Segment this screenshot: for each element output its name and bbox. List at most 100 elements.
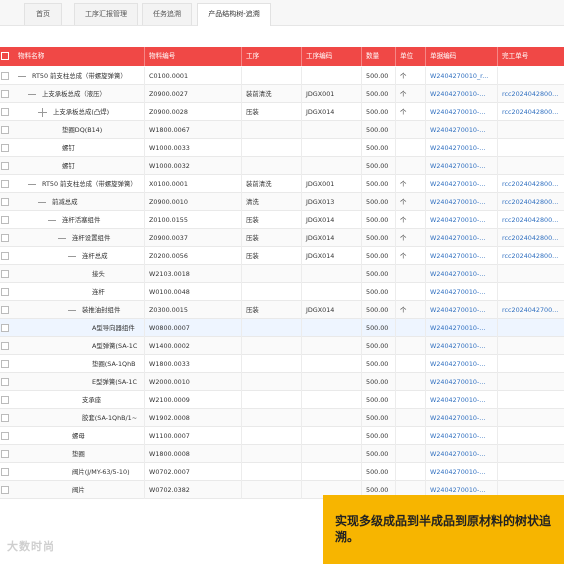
table-row[interactable]: 上支承板总成（液压） Z0900.0027 装前清洗 JDGX001 500.00 个 W2… [0, 85, 564, 103]
cell-finish-no[interactable] [498, 121, 564, 139]
row-checkbox[interactable] [1, 414, 9, 422]
cell-finish-no[interactable] [498, 157, 564, 175]
cell-material-name[interactable]: 垫圈 [14, 445, 145, 463]
table-row[interactable]: 螺母 W1100.0007 500.00 W2404270010-... [0, 427, 564, 445]
table-row[interactable]: 阀片(J/MY-63/5-10) W0702.0007 500.00 W2404270… [0, 463, 564, 481]
column-header-finish-no[interactable]: 完工单号 [498, 47, 564, 66]
tab-task-trace[interactable]: 任务追溯 [142, 3, 192, 25]
column-header-quantity[interactable]: 数量 [362, 47, 396, 66]
table-row[interactable]: E型弹簧(SA-1C W2000.0010 500.00 W2404270010-..… [0, 373, 564, 391]
cell-document-code[interactable]: W2404270010-... [426, 391, 498, 409]
cell-finish-no[interactable]: rcc2024042800... [498, 193, 564, 211]
row-checkbox[interactable] [1, 72, 9, 80]
cell-document-code[interactable]: W2404270010-... [426, 175, 498, 193]
tree-collapse-icon[interactable] [58, 237, 66, 239]
select-all-checkbox[interactable] [1, 52, 9, 60]
tree-collapse-icon[interactable] [68, 309, 76, 311]
cell-finish-no[interactable] [498, 463, 564, 481]
cell-finish-no[interactable] [498, 445, 564, 463]
row-checkbox[interactable] [1, 234, 9, 242]
row-checkbox[interactable] [1, 252, 9, 260]
tree-collapse-icon[interactable] [38, 201, 46, 203]
table-row[interactable]: 垫圈DQ(B14) W1800.0067 500.00 W2404270010-... [0, 121, 564, 139]
cell-finish-no[interactable] [498, 265, 564, 283]
cell-document-code[interactable]: W2404270010-... [426, 373, 498, 391]
row-checkbox[interactable] [1, 180, 9, 188]
column-header-material-code[interactable]: 物料编号 [145, 47, 242, 66]
cell-material-name[interactable]: 连杆 [14, 283, 145, 301]
cell-material-name[interactable]: 装推油封组件 [14, 301, 145, 319]
cell-finish-no[interactable]: rcc2024042800... [498, 211, 564, 229]
cell-finish-no[interactable] [498, 139, 564, 157]
cell-document-code[interactable]: W2404270010-... [426, 157, 498, 175]
cell-material-name[interactable]: 连杆总成 [14, 247, 145, 265]
cell-material-name[interactable]: 螺钉 [14, 139, 145, 157]
cell-material-name[interactable]: RT50 前支柱总成（带螺旋弹簧） [14, 67, 145, 85]
tab-product-tree-trace[interactable]: 产品结构树-追溯 [197, 3, 271, 26]
table-row[interactable]: 连杆总成 Z0200.0056 压装 JDGX014 500.00 个 W240427001… [0, 247, 564, 265]
cell-finish-no[interactable]: rcc2024042800... [498, 103, 564, 121]
cell-material-name[interactable]: 连杆设置组件 [14, 229, 145, 247]
row-checkbox[interactable] [1, 360, 9, 368]
row-checkbox[interactable] [1, 108, 9, 116]
cell-finish-no[interactable] [498, 391, 564, 409]
tab-process-report[interactable]: 工序汇报管理 [74, 3, 138, 25]
table-row[interactable]: 接头 W2103.0018 500.00 W2404270010-... [0, 265, 564, 283]
column-header-process-code[interactable]: 工序编码 [302, 47, 362, 66]
table-row[interactable]: 装推油封组件 Z0300.0015 压装 JDGX014 500.00 个 W2404270… [0, 301, 564, 319]
column-header-material-name[interactable]: 物料名称 [14, 47, 145, 66]
cell-document-code[interactable]: W2404270010-... [426, 283, 498, 301]
cell-finish-no[interactable] [498, 355, 564, 373]
cell-document-code[interactable]: W2404270010-... [426, 139, 498, 157]
cell-finish-no[interactable] [498, 319, 564, 337]
cell-material-name[interactable]: 阀片(J/MY-63/5-10) [14, 463, 145, 481]
tab-home[interactable]: 首页 [24, 3, 62, 25]
row-checkbox[interactable] [1, 126, 9, 134]
cell-material-name[interactable]: 垫圈(SA-1QhB [14, 355, 145, 373]
table-row[interactable]: 连杆设置组件 Z0900.0037 压装 JDGX014 500.00 个 W2404270… [0, 229, 564, 247]
row-checkbox[interactable] [1, 288, 9, 296]
row-checkbox[interactable] [1, 306, 9, 314]
table-row[interactable]: 垫圈 W1800.0008 500.00 W2404270010-... [0, 445, 564, 463]
cell-material-name[interactable]: 胶套(SA-1QhB/1~ [14, 409, 145, 427]
cell-document-code[interactable]: W2404270010_r... [426, 67, 498, 85]
cell-finish-no[interactable]: rcc2024042800... [498, 247, 564, 265]
row-checkbox[interactable] [1, 144, 9, 152]
cell-document-code[interactable]: W2404270010-... [426, 301, 498, 319]
cell-document-code[interactable]: W2404270010-... [426, 85, 498, 103]
cell-material-name[interactable]: 螺母 [14, 427, 145, 445]
tree-collapse-icon[interactable] [48, 219, 56, 221]
cell-material-name[interactable]: 螺钉 [14, 157, 145, 175]
table-row[interactable]: A型导向器组件 W0800.0007 500.00 W2404270010-... [0, 319, 564, 337]
table-row[interactable]: 连杆 W0100.0048 500.00 W2404270010-... [0, 283, 564, 301]
row-checkbox[interactable] [1, 396, 9, 404]
cell-finish-no[interactable] [498, 283, 564, 301]
cell-document-code[interactable]: W2404270010-... [426, 337, 498, 355]
cell-document-code[interactable]: W2404270010-... [426, 409, 498, 427]
cell-material-name[interactable]: 上支承板总成(凸焊) [14, 103, 145, 121]
table-row[interactable]: 胶套(SA-1QhB/1~ W1902.0008 500.00 W2404270010… [0, 409, 564, 427]
column-header-unit[interactable]: 单位 [396, 47, 426, 66]
cell-document-code[interactable]: W2404270010-... [426, 319, 498, 337]
row-checkbox[interactable] [1, 468, 9, 476]
cell-material-name[interactable]: 连杆活塞组件 [14, 211, 145, 229]
cell-finish-no[interactable] [498, 427, 564, 445]
row-checkbox[interactable] [1, 486, 9, 494]
cell-document-code[interactable]: W2404270010-... [426, 103, 498, 121]
tree-expand-icon[interactable] [38, 107, 47, 117]
cell-material-name[interactable]: RT50 前支柱总成（带螺旋弹簧） [14, 175, 145, 193]
row-checkbox[interactable] [1, 216, 9, 224]
row-checkbox[interactable] [1, 162, 9, 170]
cell-material-name[interactable]: 阀片 [14, 481, 145, 499]
cell-document-code[interactable]: W2404270010-... [426, 211, 498, 229]
cell-material-name[interactable]: 垫圈DQ(B14) [14, 121, 145, 139]
cell-document-code[interactable]: W2404270010-... [426, 427, 498, 445]
cell-document-code[interactable]: W2404270010-... [426, 229, 498, 247]
tree-collapse-icon[interactable] [28, 93, 36, 95]
cell-finish-no[interactable]: rcc2024042700... [498, 301, 564, 319]
row-checkbox[interactable] [1, 378, 9, 386]
cell-material-name[interactable]: 上支承板总成（液压） [14, 85, 145, 103]
table-row[interactable]: 支承座 W2100.0009 500.00 W2404270010-... [0, 391, 564, 409]
row-checkbox[interactable] [1, 90, 9, 98]
column-header-process[interactable]: 工序 [242, 47, 302, 66]
